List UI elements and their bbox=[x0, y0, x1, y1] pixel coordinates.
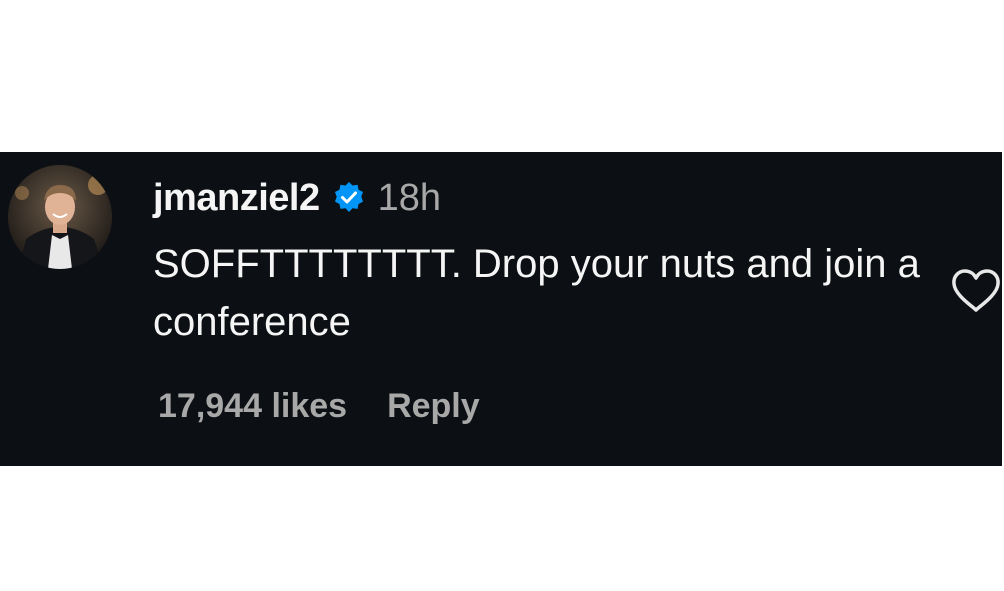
avatar-photo bbox=[8, 165, 112, 269]
timestamp[interactable]: 18h bbox=[378, 177, 441, 220]
username[interactable]: jmanziel2 bbox=[153, 177, 320, 220]
likes-count[interactable]: 17,944 likes bbox=[158, 387, 347, 426]
comment-actions: 17,944 likes Reply bbox=[158, 387, 480, 426]
comment-text: SOFFTTTTTTTT. Drop your nuts and join a … bbox=[153, 242, 920, 344]
reply-button[interactable]: Reply bbox=[387, 387, 480, 426]
comment-panel: jmanziel2 18h SOFFTTTTTTTT. Drop your nu… bbox=[0, 152, 1002, 466]
comment-header: jmanziel2 18h bbox=[153, 172, 441, 224]
verified-badge-icon bbox=[332, 181, 366, 215]
avatar[interactable] bbox=[8, 165, 112, 269]
heart-outline-icon bbox=[952, 269, 1000, 312]
like-button[interactable] bbox=[950, 268, 1002, 314]
